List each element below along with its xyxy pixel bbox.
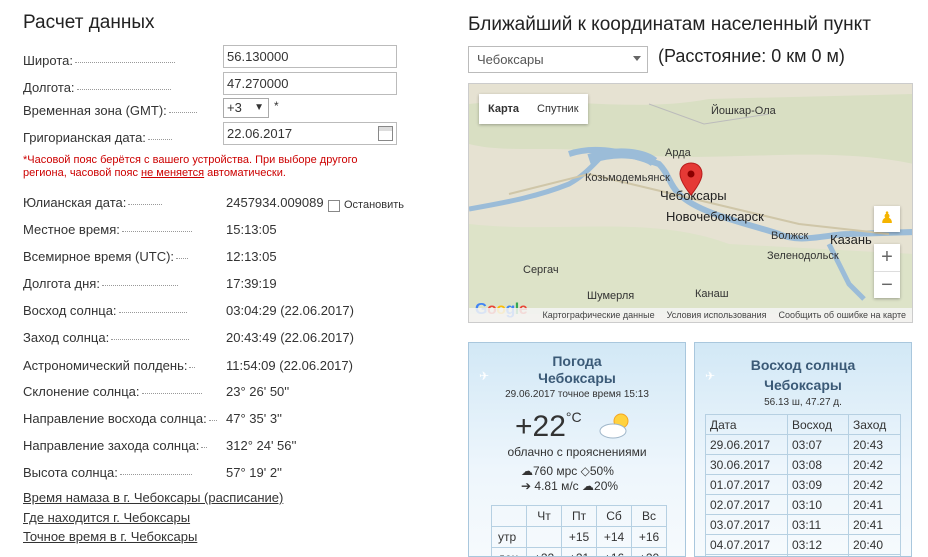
sunrise-table: Дата Восход Заход 29.06.2017 03:07 20:43 30… (705, 414, 901, 556)
table-row: утр +15 +14 +16 (491, 526, 667, 548)
zoom-in-button[interactable]: + (874, 244, 900, 271)
weather-title: Погода (552, 353, 602, 369)
result-value: 17:39:19 (226, 276, 277, 291)
pressure-humidity: ☁760 мрс ◇50% (521, 464, 614, 478)
pegman-icon[interactable]: ♟ (874, 206, 900, 232)
wind-icon: ➔ (521, 479, 532, 493)
date-label: Григорианская дата: (23, 130, 172, 145)
timezone-label: Временная зона (GMT): (23, 103, 197, 118)
result-value: 57° 19' 2'' (226, 465, 283, 480)
table-row: 02.07.2017 03:10 20:41 (705, 494, 901, 515)
latitude-input[interactable]: 56.130000 (223, 45, 397, 68)
result-value: 2457934.009089 (226, 195, 324, 210)
weather-widget: ✈ Погода Чебоксары 29.06.2017 точное вре… (468, 342, 686, 557)
result-label: Юлианская дата: (23, 195, 163, 210)
chevron-down-icon: ▼ (254, 102, 264, 113)
temperature: +22°C (515, 409, 582, 443)
result-label: Направление восхода солнца: (23, 411, 217, 426)
sunrise-widget: ✈ Восход солнца Чебоксары 56.13 ш, 47.27… (694, 342, 912, 557)
map-label-kanash: Канаш (695, 288, 729, 300)
map-label-arda: Арда (665, 147, 691, 159)
result-value: 20:43:49 (22.06.2017) (226, 330, 354, 345)
map-footer: Картографические данные Условия использо… (469, 308, 912, 322)
map-label-volzhsk: Волжск (771, 230, 809, 242)
stop-label: Остановить (344, 199, 405, 211)
result-label: Местное время: (23, 222, 192, 237)
map-label-kazan: Казань (830, 232, 872, 247)
wind-cloud: ➔ 4.81 м/с ☁20% (521, 479, 619, 493)
weather-datetime: 29.06.2017 точное время 15:13 (505, 389, 649, 400)
map[interactable]: Карта Спутник Йошкар-Ола Арда Козьмодемь… (468, 83, 913, 323)
result-label: Направление захода солнца: (23, 438, 208, 453)
result-label: Астрономический полдень: (23, 358, 196, 373)
map-label-novocheb: Новочебоксарск (666, 209, 764, 224)
timezone-star: * (274, 99, 279, 113)
result-label: Заход солнца: (23, 330, 190, 345)
table-row: 30.06.2017 03:08 20:42 (705, 454, 901, 475)
zoom-out-button[interactable]: − (874, 271, 900, 298)
result-label: Высота солнца: (23, 465, 192, 480)
table-row: 03.07.2017 03:11 20:41 (705, 514, 901, 535)
page-title: Расчет данных (23, 12, 155, 33)
result-value: 12:13:05 (226, 249, 277, 264)
tab-map[interactable]: Карта (479, 94, 528, 124)
longitude-label: Долгота: (23, 80, 171, 95)
partly-cloudy-icon (599, 413, 629, 439)
result-label: Склонение солнца: (23, 384, 202, 399)
timezone-note: *Часовой пояс берётся с вашего устройств… (23, 154, 358, 179)
sunrise-coords: 56.13 ш, 47.27 д. (764, 397, 842, 408)
humidity-icon: ◇ (580, 464, 590, 478)
map-label-shumerlya: Шумерля (587, 290, 635, 302)
result-value: 312° 24' 56'' (226, 438, 297, 453)
result-label: Долгота дня: (23, 276, 178, 291)
latitude-label: Широта: (23, 53, 176, 68)
cloud-icon: ☁ (582, 479, 595, 493)
sunrise-title: Восход солнца (750, 357, 856, 373)
distance-text: (Расстояние: 0 км 0 м) (658, 46, 845, 66)
map-terms-link[interactable]: Условия использования (667, 308, 767, 322)
date-input[interactable]: 22.06.2017 (223, 122, 397, 145)
table-row: 04.07.2017 03:12 20:40 (705, 534, 901, 555)
table-header-row: Чт Пт Сб Вс (491, 505, 667, 527)
map-label-sergach: Сергач (523, 264, 559, 276)
map-type-tabs: Карта Спутник (479, 94, 588, 124)
link-prayer-times[interactable]: Время намаза в г. Чебоксары (расписание) (23, 490, 283, 505)
table-header-row: Дата Восход Заход (705, 414, 901, 435)
weather-condition: облачно с прояснениями (507, 445, 647, 459)
table-row: ден +22 +21 +16 +20 (491, 547, 667, 556)
result-value: 23° 26' 50'' (226, 384, 290, 399)
result-value: 47° 35' 3'' (226, 411, 283, 426)
forecast-table: Чт Пт Сб Вс утр +15 +14 +16 ден +22 +21 … (491, 505, 667, 556)
result-label: Восход солнца: (23, 303, 187, 318)
map-label-zelen: Зеленодольск (767, 250, 839, 262)
table-row: 29.06.2017 03:07 20:43 (705, 434, 901, 455)
map-label-yoshkar: Йошкар-Ола (711, 105, 776, 117)
timezone-select[interactable]: +3 ▼ (223, 98, 269, 118)
table-row: 01.07.2017 03:09 20:42 (705, 474, 901, 495)
city-select[interactable]: Чебоксары (468, 46, 648, 73)
link-exact-time[interactable]: Точное время в г. Чебоксары (23, 529, 197, 544)
link-location[interactable]: Где находится г. Чебоксары (23, 510, 190, 525)
location-pin-icon[interactable] (679, 162, 703, 196)
chevron-down-icon (633, 56, 641, 61)
result-value: 11:54:09 (22.06.2017) (226, 358, 353, 373)
result-value: 03:04:29 (22.06.2017) (226, 303, 354, 318)
sunrise-city: Чебоксары (764, 377, 842, 393)
nearest-title: Ближайший к координатам населенный пункт (468, 14, 871, 35)
result-value: 15:13:05 (226, 222, 277, 237)
pressure-icon: ☁ (521, 464, 533, 478)
map-data-link[interactable]: Картографические данные (542, 308, 654, 322)
result-label: Всемирное время (UTC): (23, 249, 189, 264)
stop-checkbox[interactable] (328, 200, 340, 212)
longitude-input[interactable]: 47.270000 (223, 72, 397, 95)
map-report-link[interactable]: Сообщить об ошибке на карте (779, 308, 906, 322)
map-label-kozmo: Козьмодемьянск (585, 172, 670, 184)
calendar-icon[interactable] (378, 126, 393, 141)
weather-city: Чебоксары (538, 370, 616, 386)
zoom-control: + − (874, 244, 900, 298)
tab-satellite[interactable]: Спутник (528, 94, 587, 124)
